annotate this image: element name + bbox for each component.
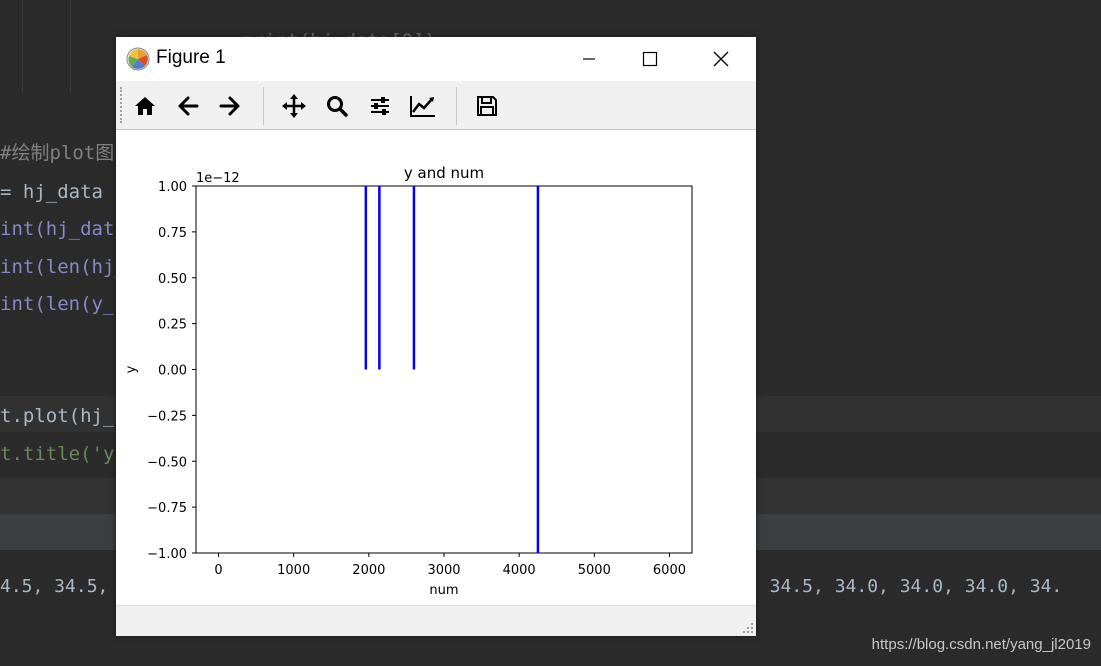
pan-button[interactable] [279, 91, 309, 121]
home-icon [135, 97, 155, 115]
toolbar-separator [456, 87, 457, 125]
y-tick-label: −1.00 [147, 547, 187, 562]
configure-subplots-button[interactable] [365, 91, 395, 121]
zoom-button[interactable] [322, 91, 352, 121]
zoom-icon [327, 96, 348, 117]
minimize-icon [583, 58, 595, 60]
x-tick-label: 1000 [277, 563, 310, 578]
editor-gutter-guide [70, 0, 71, 92]
code-line: #绘制plot图 [0, 142, 115, 164]
code-line: t.title('y [0, 443, 115, 465]
back-arrow-icon [178, 96, 199, 116]
figure-canvas[interactable]: 0 1000 2000 3000 4000 5000 6000 1.00 0.75 0.50 0.2… [116, 130, 756, 605]
forward-arrow-icon [219, 96, 240, 116]
figure-window: Figure 1 0 1000 2000 3000 4000 5000 6000… [116, 37, 756, 636]
watermark: https://blog.csdn.net/yang_jl2019 [871, 636, 1091, 653]
edit-axis-icon [410, 96, 435, 117]
maximize-button[interactable] [617, 37, 683, 81]
edit-axis-button[interactable] [408, 91, 438, 121]
y-tick-label: −0.25 [147, 409, 187, 424]
minimize-button[interactable] [556, 37, 622, 81]
maximize-icon [642, 51, 658, 67]
navigation-toolbar [116, 81, 756, 130]
window-title: Figure 1 [156, 47, 226, 68]
axes-frame [195, 185, 693, 554]
save-icon [477, 96, 497, 116]
toolbar-separator [263, 87, 264, 125]
code-line: int(hj_data [0, 218, 126, 240]
title-bar[interactable]: Figure 1 [116, 37, 756, 81]
code-line: int(len(hj_ [0, 256, 126, 278]
console-output-left: 4.5, 34.5, [0, 576, 109, 597]
y-tick-label: −0.75 [147, 501, 187, 516]
pan-icon [282, 94, 306, 118]
x-tick-label: 0 [214, 563, 222, 578]
y-tick-label: 0.00 [158, 364, 187, 379]
y-tick-label: −0.50 [147, 455, 187, 470]
y-offset-label: 1e−12 [196, 171, 240, 186]
x-tick-label: 2000 [352, 563, 385, 578]
status-bar [116, 605, 756, 636]
x-tick-label: 5000 [578, 563, 611, 578]
forward-button[interactable] [215, 91, 245, 121]
chart-title: y and num [404, 164, 484, 182]
y-tick-label: 0.50 [158, 272, 187, 287]
configure-subplots-icon [371, 97, 389, 115]
x-axis-label: num [429, 583, 458, 598]
editor-gutter-guide [22, 0, 23, 92]
x-tick-label: 3000 [427, 563, 460, 578]
resize-grip-icon[interactable] [742, 622, 754, 634]
y-tick-label: 0.25 [158, 318, 187, 333]
console-output-right: , 34.5, 34.0, 34.0, 34.0, 34. [748, 576, 1063, 597]
x-tick-label: 4000 [503, 563, 536, 578]
y-tick-label: 1.00 [158, 180, 187, 195]
code-line: t.plot(hj_ [0, 405, 115, 427]
code-line: = hj_data [0, 181, 103, 203]
save-button[interactable] [472, 91, 502, 121]
toolbar-grip[interactable] [120, 87, 124, 123]
close-icon [713, 51, 729, 67]
y-axis-label: y [124, 365, 139, 373]
back-button[interactable] [173, 91, 203, 121]
y-tick-label: 0.75 [158, 226, 187, 241]
line-chart[interactable]: 0 1000 2000 3000 4000 5000 6000 1.00 0.75 0.50 0.2… [116, 130, 756, 605]
close-button[interactable] [688, 37, 754, 81]
home-button[interactable] [130, 91, 160, 121]
x-tick-label: 6000 [653, 563, 686, 578]
code-line: int(len(y_ [0, 293, 115, 315]
matplotlib-logo-icon [126, 47, 150, 71]
